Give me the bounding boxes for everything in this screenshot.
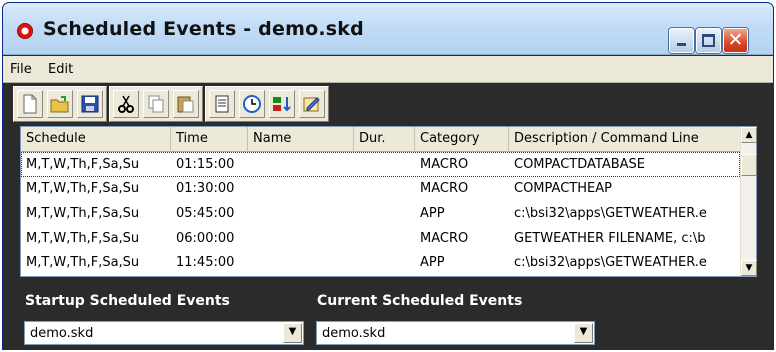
chevron-down-icon[interactable]: ▼ bbox=[574, 323, 593, 343]
toolbar-edit-group bbox=[109, 86, 203, 122]
paste-icon bbox=[177, 96, 194, 113]
cell-schedule: M,T,W,Th,F,Sa,Su bbox=[26, 181, 140, 197]
scroll-down-arrow-icon[interactable]: ▼ bbox=[741, 260, 757, 276]
minimize-button[interactable] bbox=[669, 28, 694, 53]
close-icon: ✕ bbox=[727, 29, 744, 51]
menu-edit[interactable]: Edit bbox=[48, 62, 73, 77]
copy-button[interactable] bbox=[143, 90, 169, 118]
cut-button[interactable] bbox=[113, 90, 139, 118]
open-folder-icon bbox=[50, 96, 69, 113]
column-header-schedule[interactable]: Schedule bbox=[21, 127, 171, 152]
edit-schedule-button[interactable] bbox=[299, 90, 325, 118]
column-header-category[interactable]: Category bbox=[415, 127, 509, 152]
clock-button[interactable] bbox=[239, 90, 265, 118]
toolbar bbox=[13, 86, 331, 122]
new-button[interactable] bbox=[17, 90, 43, 118]
scheduled-events-list[interactable]: Schedule Time Name Dur. Category Descrip… bbox=[20, 126, 757, 277]
table-row[interactable]: M,T,W,Th,F,Sa,Su 11:45:00 APP c:\bsi32\apps… bbox=[21, 250, 740, 275]
table-row[interactable]: M,T,W,Th,F,Sa,Su 06:00:00 MACRO GETWEATHER … bbox=[21, 226, 740, 251]
cell-time: 05:45:00 bbox=[176, 205, 235, 221]
copy-icon bbox=[148, 95, 164, 113]
startup-events-combo[interactable]: demo.skd ▼ bbox=[24, 321, 304, 345]
maximize-icon bbox=[702, 34, 715, 47]
maximize-button[interactable] bbox=[696, 28, 721, 53]
title-bar[interactable]: Scheduled Events - demo.skd ✕ bbox=[3, 3, 773, 55]
table-row[interactable]: M,T,W,Th,F,Sa,Su 01:15:00 MACRO COMPACTDATA… bbox=[21, 152, 740, 177]
table-row[interactable]: M,T,W,Th,F,Sa,Su 05:45:00 APP c:\bsi32\apps… bbox=[21, 201, 740, 226]
table-row[interactable]: M,T,W,Th,F,Sa,Su 01:30:00 MACRO COMPACTHEAP bbox=[21, 177, 740, 202]
column-header-name[interactable]: Name bbox=[248, 127, 354, 152]
app-icon[interactable] bbox=[17, 23, 33, 39]
open-button[interactable] bbox=[47, 90, 73, 118]
cell-description: c:\bsi32\apps\GETWEATHER.e bbox=[514, 205, 707, 221]
vertical-scrollbar[interactable]: ▲ ▼ bbox=[740, 127, 757, 276]
cell-schedule: M,T,W,Th,F,Sa,Su bbox=[26, 255, 140, 271]
current-events-value: demo.skd bbox=[322, 326, 386, 341]
column-header-duration[interactable]: Dur. bbox=[354, 127, 415, 152]
cell-time: 11:45:00 bbox=[176, 255, 235, 271]
edit-schedule-icon bbox=[303, 97, 320, 112]
new-file-icon bbox=[23, 94, 37, 114]
cut-icon bbox=[118, 95, 134, 113]
chevron-down-icon[interactable]: ▼ bbox=[283, 323, 302, 343]
cell-time: 01:15:00 bbox=[176, 156, 235, 172]
column-header-time[interactable]: Time bbox=[171, 127, 248, 152]
clock-icon bbox=[243, 95, 261, 113]
paste-button[interactable] bbox=[173, 90, 199, 118]
current-events-combo[interactable]: demo.skd ▼ bbox=[316, 321, 595, 345]
cell-time: 06:00:00 bbox=[176, 230, 235, 246]
cell-category: MACRO bbox=[420, 181, 469, 197]
cell-schedule: M,T,W,Th,F,Sa,Su bbox=[26, 156, 140, 172]
minimize-icon bbox=[677, 43, 686, 46]
startup-events-label: Startup Scheduled Events bbox=[25, 293, 230, 309]
cell-category: MACRO bbox=[420, 230, 469, 246]
window-title: Scheduled Events - demo.skd bbox=[43, 18, 364, 40]
cell-category: APP bbox=[420, 205, 445, 221]
cell-schedule: M,T,W,Th,F,Sa,Su bbox=[26, 205, 140, 221]
list-header: Schedule Time Name Dur. Category Descrip… bbox=[21, 127, 740, 152]
cell-schedule: M,T,W,Th,F,Sa,Su bbox=[26, 230, 140, 246]
save-icon bbox=[81, 95, 99, 113]
column-header-description[interactable]: Description / Command Line bbox=[509, 127, 740, 152]
scheduled-events-window: Scheduled Events - demo.skd ✕ File Edit bbox=[2, 2, 774, 350]
scroll-up-arrow-icon[interactable]: ▲ bbox=[741, 127, 757, 143]
cell-description: COMPACTHEAP bbox=[514, 181, 612, 197]
properties-icon bbox=[215, 95, 229, 113]
menu-bar: File Edit bbox=[3, 56, 773, 83]
startup-events-value: demo.skd bbox=[30, 326, 94, 341]
save-button[interactable] bbox=[77, 90, 103, 118]
close-button[interactable]: ✕ bbox=[723, 28, 748, 53]
cell-category: APP bbox=[420, 255, 445, 271]
sort-time-icon bbox=[273, 97, 291, 112]
toolbar-file-group bbox=[13, 86, 107, 122]
cell-description: c:\bsi32\apps\GETWEATHER.e bbox=[514, 255, 707, 271]
cell-description: COMPACTDATABASE bbox=[514, 156, 645, 172]
cell-time: 01:30:00 bbox=[176, 181, 235, 197]
cell-description: GETWEATHER FILENAME, c:\b bbox=[514, 230, 706, 246]
sort-time-button[interactable] bbox=[269, 90, 295, 118]
menu-file[interactable]: File bbox=[10, 62, 32, 77]
toolbar-schedule-group bbox=[205, 86, 329, 122]
cell-category: MACRO bbox=[420, 156, 469, 172]
scroll-thumb[interactable] bbox=[741, 154, 757, 176]
properties-button[interactable] bbox=[209, 90, 235, 118]
list-body: M,T,W,Th,F,Sa,Su 01:15:00 MACRO COMPACTDATA… bbox=[21, 152, 740, 276]
current-events-label: Current Scheduled Events bbox=[317, 293, 523, 309]
